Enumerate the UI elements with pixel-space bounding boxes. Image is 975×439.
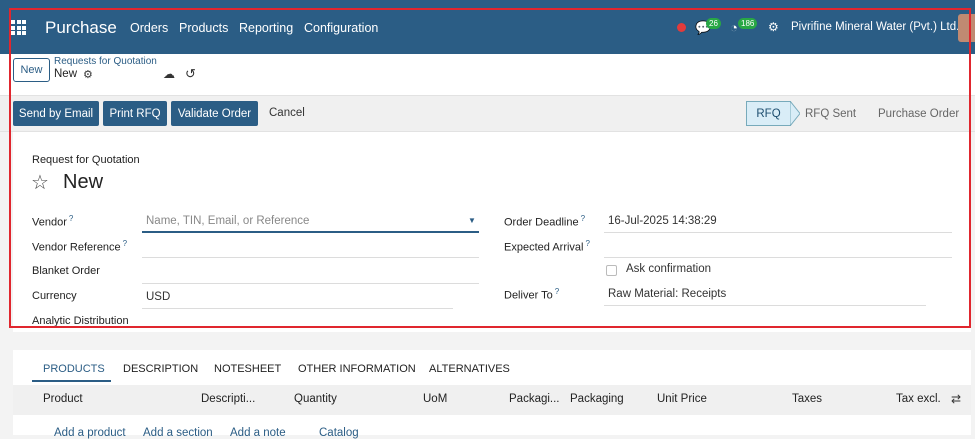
add-section-link[interactable]: Add a section [143,427,213,439]
vendor-input-underline [142,231,479,233]
column-packaging[interactable]: Packaging [570,393,624,405]
help-icon: ? [554,287,560,296]
breadcrumb-parent[interactable]: Requests for Quotation [54,56,157,67]
status-purchase-order-label: Purchase Order [878,107,960,120]
tab-other-information[interactable]: OTHER INFORMATION [298,363,416,375]
deliver-to-underline [604,305,926,306]
status-purchase-order[interactable]: Purchase Order [878,101,959,126]
vendor-reference-input[interactable] [142,257,479,258]
optional-columns-icon[interactable]: ⇄ [951,392,961,406]
status-rfq-label: RFQ [756,107,781,120]
activities-icon[interactable]: ◔ [730,20,738,35]
tab-notesheet[interactable]: NOTESHEET [214,363,281,375]
favorite-star-icon[interactable]: ☆ [31,170,49,195]
new-button[interactable]: New [13,58,50,82]
deliver-to-label: Deliver To? [504,287,560,302]
save-cloud-icon[interactable]: ☁ [163,67,175,81]
status-rfq-sent-label: RFQ Sent [805,107,857,120]
table-header [13,385,971,415]
add-product-link[interactable]: Add a product [54,427,126,439]
column-tax-excl[interactable]: Tax excl. [896,393,941,405]
page-title: New [63,171,104,193]
ask-confirmation-checkbox[interactable] [606,265,617,276]
status-rfq-sent[interactable]: RFQ Sent [805,101,856,126]
menu-products[interactable]: Products [179,21,228,35]
menu-orders[interactable]: Orders [130,21,168,35]
column-taxes[interactable]: Taxes [792,393,822,405]
column-packaging-qty[interactable]: Packagi... [509,393,560,405]
expected-arrival-input[interactable] [604,257,952,258]
order-deadline-label: Order Deadline? [504,214,586,229]
blanket-order-label: Blanket Order [32,265,100,277]
cancel-button[interactable]: Cancel [269,107,305,119]
ask-confirmation-label: Ask confirmation [626,263,712,275]
user-avatar[interactable] [958,14,975,42]
tab-alternatives[interactable]: ALTERNATIVES [429,363,510,375]
apps-menu-icon[interactable] [11,20,26,35]
catalog-link[interactable]: Catalog [319,427,359,439]
deliver-to-input[interactable]: Raw Material: Receipts [608,288,726,300]
help-icon: ? [580,214,586,223]
expected-arrival-label: Expected Arrival? [504,239,590,254]
vendor-label: Vendor? [32,214,74,229]
status-rfq[interactable]: RFQ [746,101,791,126]
column-unit-price[interactable]: Unit Price [657,393,707,405]
tab-products-underline [32,380,111,382]
activities-badge: 186 [738,18,758,29]
help-icon: ? [68,214,74,223]
vendor-reference-label: Vendor Reference? [32,239,128,254]
doc-type-label: Request for Quotation [32,154,140,166]
send-by-email-button[interactable]: Send by Email [13,101,99,126]
status-arrow-icon [790,101,800,126]
currency-input[interactable]: USD [146,291,170,303]
order-deadline-input[interactable]: 16-Jul-2025 14:38:29 [608,215,717,227]
recording-indicator-icon[interactable] [677,23,686,32]
chevron-down-icon[interactable]: ▼ [468,216,476,225]
column-quantity[interactable]: Quantity [294,393,337,405]
column-description[interactable]: Descripti... [201,393,255,405]
column-uom[interactable]: UoM [423,393,447,405]
print-rfq-button[interactable]: Print RFQ [103,101,167,126]
tab-products[interactable]: PRODUCTS [43,363,105,375]
settings-gear-icon[interactable]: ⚙ [83,68,93,81]
order-deadline-underline [604,232,952,233]
currency-label: Currency [32,290,77,302]
company-name[interactable]: Pivrifine Mineral Water (Pvt.) Ltd. [791,21,959,33]
tab-description[interactable]: DESCRIPTION [123,363,198,375]
discard-undo-icon[interactable]: ↺ [185,66,196,82]
app-title[interactable]: Purchase [45,18,117,38]
column-product[interactable]: Product [43,393,83,405]
help-icon: ? [585,239,590,248]
blanket-order-input[interactable] [142,283,479,284]
help-icon: ? [122,239,128,248]
vendor-input[interactable]: Name, TIN, Email, or Reference [146,215,309,227]
validate-order-button[interactable]: Validate Order [171,101,258,126]
analytic-distribution-label: Analytic Distribution [32,315,129,327]
breadcrumb-current: New [54,68,78,80]
currency-underline [142,308,453,309]
messages-badge: 26 [706,18,721,29]
menu-configuration[interactable]: Configuration [304,21,378,35]
menu-reporting[interactable]: Reporting [239,21,293,35]
company-switch-icon[interactable]: ⚙ [768,20,779,34]
add-note-link[interactable]: Add a note [230,427,286,439]
